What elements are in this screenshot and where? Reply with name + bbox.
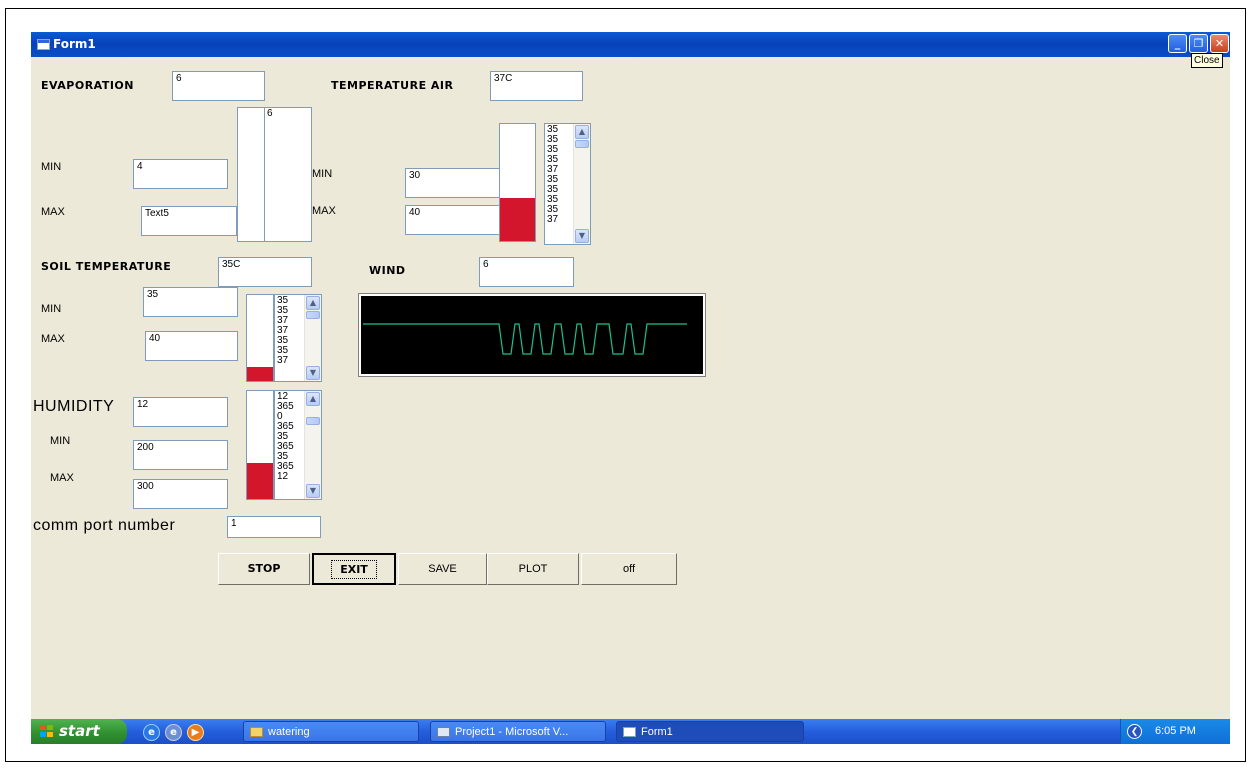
exit-button[interactable]: EXIT xyxy=(312,553,396,585)
wind-field[interactable]: 6 xyxy=(479,257,574,287)
humidity-label: HUMIDITY xyxy=(33,398,115,415)
temperature-air-list[interactable]: 35 35 35 35 37 35 35 35 35 37 ▲ ▼ xyxy=(544,123,591,245)
list-item[interactable]: 6 xyxy=(267,109,273,119)
start-button[interactable]: start xyxy=(31,719,127,744)
comm-port-field[interactable]: 1 xyxy=(227,516,321,538)
evaporation-label: EVAPORATION xyxy=(41,79,134,92)
soil-temperature-min-field[interactable]: 35 xyxy=(143,287,238,317)
temperature-air-list-items: 35 35 35 35 37 35 35 35 35 37 xyxy=(547,125,558,225)
scroll-down-icon[interactable]: ▼ xyxy=(306,484,320,498)
wind-label: WIND xyxy=(369,264,406,277)
soil-temperature-field[interactable]: 35C xyxy=(218,257,312,287)
evaporation-max-field[interactable]: Text5 xyxy=(141,206,237,236)
soil-temperature-list-items: 35 35 37 37 35 35 37 xyxy=(277,296,288,366)
window-titlebar[interactable]: Form1 _ ❐ ✕ xyxy=(31,32,1230,57)
evaporation-max-label: MAX xyxy=(41,206,65,218)
list-item[interactable]: 12 xyxy=(277,472,294,482)
windows-flag-icon xyxy=(40,725,54,738)
list-item[interactable]: 37 xyxy=(277,356,288,366)
humidity-gauge xyxy=(246,390,274,500)
humidity-list-items: 12 365 0 365 35 365 35 365 12 xyxy=(277,392,294,482)
humidity-min-label: MIN xyxy=(50,435,71,447)
evaporation-min-label: MIN xyxy=(41,161,62,173)
task-project1[interactable]: Project1 - Microsoft V... xyxy=(430,721,606,742)
soil-temperature-scrollbar[interactable]: ▲ ▼ xyxy=(304,295,321,381)
evaporation-list-items: 6 xyxy=(267,109,273,119)
temperature-air-min-field[interactable]: 30 xyxy=(405,168,500,198)
humidity-gauge-fill xyxy=(247,463,273,499)
temperature-air-label: TEMPERATURE AIR xyxy=(331,79,454,92)
scroll-thumb[interactable] xyxy=(575,140,589,148)
save-button[interactable]: SAVE xyxy=(398,553,487,585)
wind-waveform-display xyxy=(358,293,706,377)
task-watering[interactable]: watering xyxy=(243,721,419,742)
plot-button[interactable]: PLOT xyxy=(487,553,579,585)
close-button[interactable]: ✕ xyxy=(1210,34,1229,53)
evaporation-gauge xyxy=(237,107,266,242)
scroll-thumb[interactable] xyxy=(306,311,320,319)
soil-temperature-max-label: MAX xyxy=(41,333,65,345)
evaporation-field[interactable]: 6 xyxy=(172,71,265,101)
temperature-air-max-label: MAX xyxy=(312,205,336,217)
temperature-air-min-label: MIN xyxy=(312,168,333,180)
evaporation-min-field[interactable]: 4 xyxy=(133,159,228,189)
close-tooltip: Close xyxy=(1191,53,1223,68)
temperature-air-scrollbar[interactable]: ▲ ▼ xyxy=(573,124,590,244)
soil-temperature-max-field[interactable]: 40 xyxy=(145,331,238,361)
temperature-air-gauge xyxy=(499,123,536,242)
exit-button-label: EXIT xyxy=(331,560,377,579)
soil-temperature-min-label: MIN xyxy=(41,303,62,315)
scroll-down-icon[interactable]: ▼ xyxy=(575,229,589,243)
humidity-max-field[interactable]: 300 xyxy=(133,479,228,509)
media-player-icon[interactable]: ▶ xyxy=(187,724,204,741)
off-button[interactable]: off xyxy=(581,553,677,585)
form-icon xyxy=(37,39,50,50)
humidity-min-field[interactable]: 200 xyxy=(133,440,228,470)
restore-button[interactable]: ❐ xyxy=(1189,34,1208,53)
wind-trace xyxy=(363,323,687,355)
temperature-air-gauge-fill xyxy=(500,197,535,241)
folder-icon xyxy=(250,727,263,737)
internet-explorer-icon[interactable]: e xyxy=(143,724,160,741)
clock: 6:05 PM xyxy=(1155,725,1196,737)
scroll-up-icon[interactable]: ▲ xyxy=(306,392,320,406)
scroll-thumb[interactable] xyxy=(306,417,320,425)
system-tray: ❮ 6:05 PM xyxy=(1120,719,1230,744)
evaporation-list[interactable]: 6 xyxy=(264,107,312,242)
temperature-air-max-field[interactable]: 40 xyxy=(405,205,500,235)
scroll-up-icon[interactable]: ▲ xyxy=(306,296,320,310)
wind-waveform xyxy=(363,323,687,355)
soil-temperature-label: SOIL TEMPERATURE xyxy=(41,260,172,273)
task-form1-label: Form1 xyxy=(641,726,673,738)
humidity-list[interactable]: 12 365 0 365 35 365 35 365 12 ▲ ▼ xyxy=(274,390,322,500)
comm-port-label: comm port number xyxy=(33,517,176,534)
stop-button[interactable]: STOP xyxy=(218,553,310,585)
list-item[interactable]: 37 xyxy=(547,215,558,225)
task-watering-label: watering xyxy=(268,726,310,738)
scroll-up-icon[interactable]: ▲ xyxy=(575,125,589,139)
task-form1[interactable]: Form1 xyxy=(616,721,804,742)
humidity-field[interactable]: 12 xyxy=(133,397,228,427)
task-project1-label: Project1 - Microsoft V... xyxy=(455,726,569,738)
form-client-area: EVAPORATION 6 MIN 4 MAX Text5 6 TEMPERAT… xyxy=(31,57,1230,719)
start-label: start xyxy=(59,722,100,740)
form-icon xyxy=(623,727,636,737)
window-title: Form1 xyxy=(53,37,96,51)
soil-temperature-list[interactable]: 35 35 37 37 35 35 37 ▲ ▼ xyxy=(274,294,322,382)
minimize-button[interactable]: _ xyxy=(1168,34,1187,53)
chevron-left-icon[interactable]: ❮ xyxy=(1127,724,1142,739)
soil-temperature-gauge-fill xyxy=(247,367,273,381)
soil-temperature-gauge xyxy=(246,294,274,382)
scroll-down-icon[interactable]: ▼ xyxy=(306,366,320,380)
vb-icon xyxy=(437,727,450,737)
taskbar: start e e ▶ watering Project1 - Microsof… xyxy=(31,719,1230,744)
outlook-express-icon[interactable]: e xyxy=(165,724,182,741)
humidity-scrollbar[interactable]: ▲ ▼ xyxy=(304,391,321,499)
humidity-max-label: MAX xyxy=(50,472,74,484)
temperature-air-field[interactable]: 37C xyxy=(490,71,583,101)
